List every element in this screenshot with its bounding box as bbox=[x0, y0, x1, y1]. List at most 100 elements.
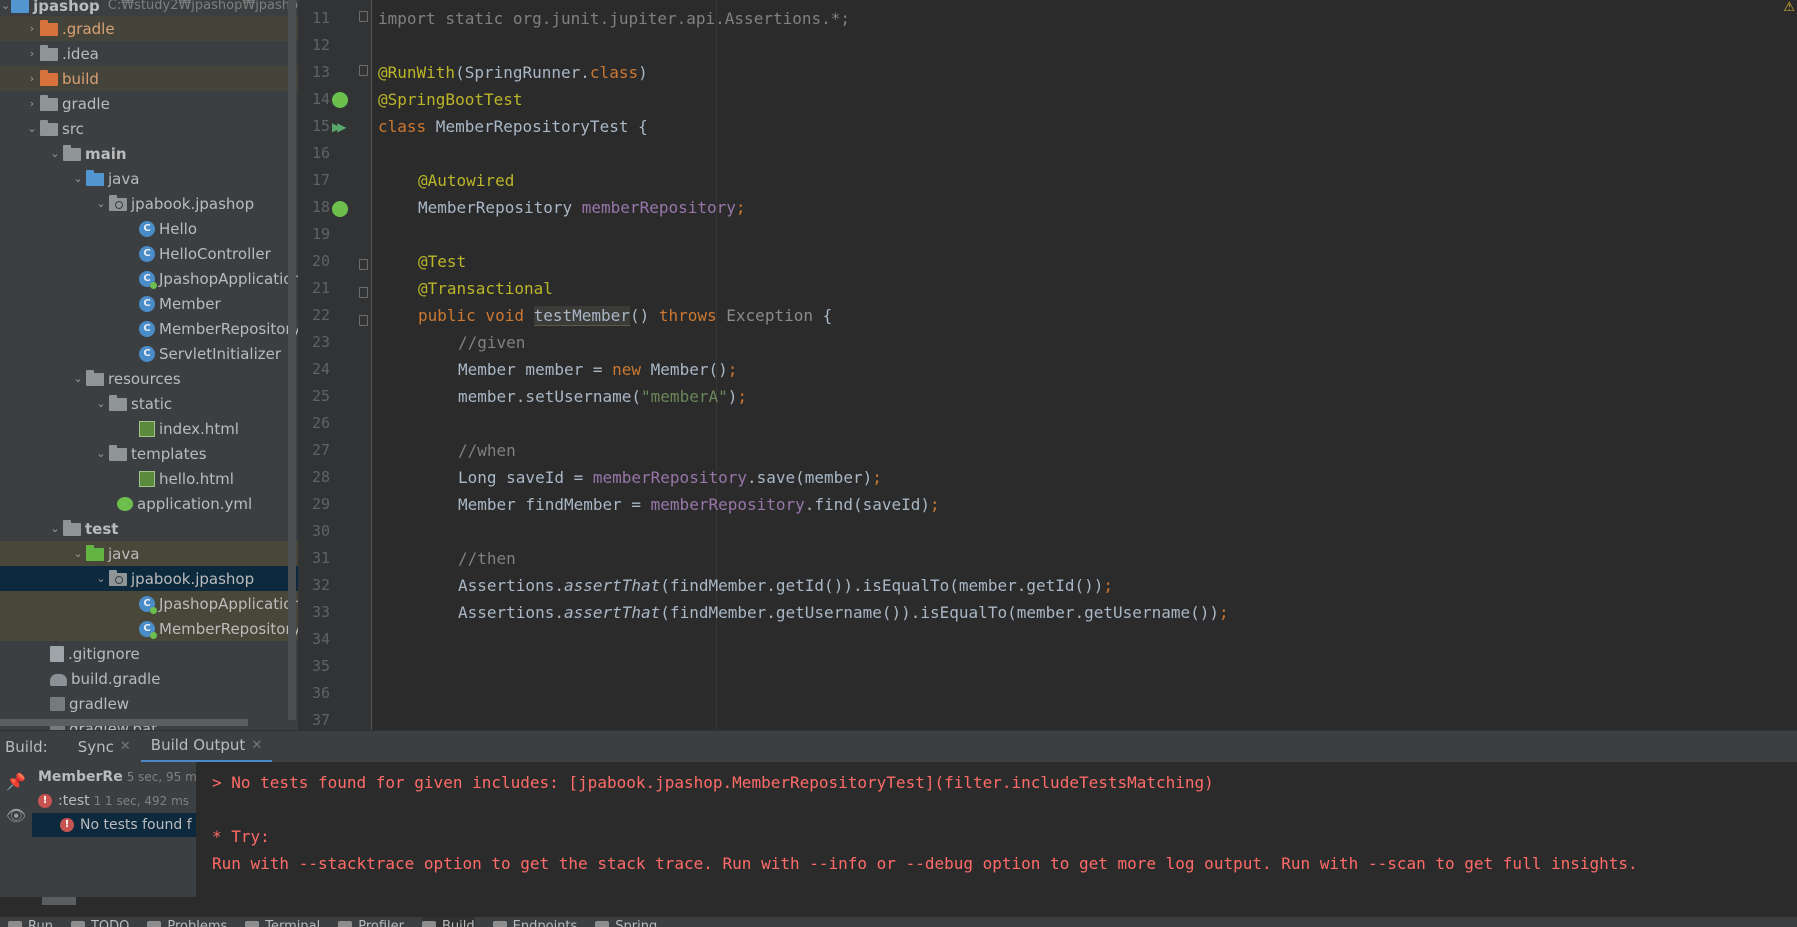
tab-sync[interactable]: Sync ✕ bbox=[68, 731, 141, 763]
build-tree-scrollbar[interactable] bbox=[42, 897, 76, 905]
tool-todo[interactable]: TODO bbox=[70, 917, 129, 927]
line-number: 26 bbox=[311, 414, 330, 432]
tab-build-output[interactable]: Build Output ✕ bbox=[140, 731, 273, 763]
warning-icon[interactable]: ⚠ bbox=[1783, 0, 1795, 15]
tree-item-member-repository-test[interactable]: C MemberRepositoryT bbox=[0, 616, 298, 641]
build-tree-item[interactable]: ! :test 1 1 sec, 492 ms bbox=[32, 789, 196, 813]
code-editor[interactable]: ⚠ ▶▶ 11 12 13 14 15 16 17 18 19 20 21 22 23 24 25 26 27 2… bbox=[298, 0, 1797, 730]
tool-run[interactable]: Run bbox=[8, 917, 53, 927]
tree-item-src[interactable]: ⌄ src bbox=[0, 116, 298, 141]
test-folder-icon bbox=[86, 545, 104, 561]
tree-item-build[interactable]: › build bbox=[0, 66, 298, 91]
tool-endpoints[interactable]: Endpoints bbox=[492, 917, 577, 927]
chevron-down-icon[interactable]: ⌄ bbox=[93, 572, 109, 585]
code-line-18: MemberRepository memberRepository; bbox=[418, 198, 746, 217]
eye-icon[interactable]: 👁 bbox=[6, 806, 26, 826]
tree-item-member[interactable]: C Member bbox=[0, 291, 298, 316]
tool-profiler[interactable]: Profiler bbox=[338, 917, 404, 927]
tool-spring[interactable]: Spring bbox=[595, 917, 657, 927]
chevron-down-icon[interactable]: ⌄ bbox=[70, 547, 86, 560]
folder-icon bbox=[40, 95, 58, 111]
folder-icon bbox=[63, 520, 81, 536]
tree-item-gradle-dir[interactable]: › .gradle bbox=[0, 16, 298, 41]
fold-marker[interactable] bbox=[359, 11, 368, 22]
tree-item-gitignore[interactable]: .gitignore bbox=[0, 641, 298, 666]
chevron-right-icon[interactable]: › bbox=[24, 72, 40, 85]
fold-marker[interactable] bbox=[359, 287, 368, 298]
class-icon: C bbox=[139, 245, 155, 262]
tree-item-main-java[interactable]: ⌄ java bbox=[0, 166, 298, 191]
tree-item-jpashop-application-tests[interactable]: C JpashopApplication bbox=[0, 591, 298, 616]
run-test-icon[interactable]: ▶▶ bbox=[332, 119, 348, 135]
tool-problems[interactable]: Problems bbox=[147, 917, 227, 927]
tree-item-servlet-initializer[interactable]: C ServletInitializer bbox=[0, 341, 298, 366]
chevron-down-icon[interactable]: ⌄ bbox=[93, 197, 109, 210]
tree-item-jpashop-application[interactable]: C JpashopApplication bbox=[0, 266, 298, 291]
chevron-right-icon[interactable]: › bbox=[24, 22, 40, 35]
pin-icon[interactable]: 📌 bbox=[6, 772, 26, 792]
class-icon: C bbox=[139, 295, 155, 312]
fold-marker[interactable] bbox=[359, 315, 368, 326]
folder-icon bbox=[109, 445, 127, 461]
tree-item-build-gradle[interactable]: build.gradle bbox=[0, 666, 298, 691]
line-number: 31 bbox=[311, 549, 330, 567]
code-line-32: Assertions.assertThat(findMember.getId()… bbox=[458, 576, 1114, 595]
chevron-down-icon[interactable]: ⌄ bbox=[0, 0, 11, 12]
output-line: > No tests found for given includes: [jp… bbox=[212, 773, 1214, 792]
folder-icon bbox=[109, 395, 127, 411]
tree-item-test-package[interactable]: ⌄ jpabook.jpashop bbox=[0, 566, 298, 591]
tree-item-hello-controller[interactable]: C HelloController bbox=[0, 241, 298, 266]
line-number: 21 bbox=[311, 279, 330, 297]
tree-item-gradle[interactable]: › gradle bbox=[0, 91, 298, 116]
ignore-file-icon bbox=[50, 645, 64, 662]
tree-item-index-html[interactable]: index.html bbox=[0, 416, 298, 441]
tree-item-templates[interactable]: ⌄ templates bbox=[0, 441, 298, 466]
folder-icon bbox=[63, 145, 81, 161]
code-line-27: //when bbox=[458, 441, 516, 460]
html-file-icon bbox=[139, 420, 155, 437]
chevron-down-icon[interactable]: ⌄ bbox=[93, 397, 109, 410]
tree-item-test[interactable]: ⌄ test bbox=[0, 516, 298, 541]
tree-item-resources[interactable]: ⌄ resources bbox=[0, 366, 298, 391]
chevron-down-icon[interactable]: ⌄ bbox=[47, 147, 63, 160]
chevron-down-icon[interactable]: ⌄ bbox=[24, 122, 40, 135]
spring-bean-icon[interactable] bbox=[332, 92, 348, 108]
build-output-console[interactable]: > No tests found for given includes: [jp… bbox=[196, 762, 1797, 897]
project-vertical-scrollbar[interactable] bbox=[288, 0, 296, 720]
close-icon[interactable]: ✕ bbox=[251, 738, 262, 753]
code-line-15: class MemberRepositoryTest { bbox=[378, 117, 648, 136]
chevron-down-icon[interactable]: ⌄ bbox=[47, 522, 63, 535]
tree-item-main[interactable]: ⌄ main bbox=[0, 141, 298, 166]
project-horizontal-scrollbar[interactable] bbox=[0, 719, 248, 726]
tree-item-main-package[interactable]: ⌄ jpabook.jpashop bbox=[0, 191, 298, 216]
tree-item-test-java[interactable]: ⌄ java bbox=[0, 541, 298, 566]
problems-icon bbox=[147, 921, 162, 927]
chevron-right-icon[interactable]: › bbox=[24, 97, 40, 110]
tree-item-member-repository[interactable]: C MemberRepository bbox=[0, 316, 298, 341]
fold-marker[interactable] bbox=[359, 259, 368, 270]
output-line: * Try: bbox=[212, 827, 270, 846]
line-number: 30 bbox=[311, 522, 330, 540]
tree-item-hello-html[interactable]: hello.html bbox=[0, 466, 298, 491]
fold-marker[interactable] bbox=[359, 65, 368, 76]
tree-item-idea[interactable]: › .idea bbox=[0, 41, 298, 66]
build-tree-item-selected[interactable]: ! No tests found f bbox=[32, 813, 196, 837]
tool-build[interactable]: Build bbox=[422, 917, 475, 927]
chevron-down-icon[interactable]: ⌄ bbox=[70, 172, 86, 185]
build-tree-item[interactable]: MemberRe 5 sec, 95 ms bbox=[32, 765, 196, 789]
chevron-right-icon[interactable]: › bbox=[24, 47, 40, 60]
build-window-label: Build: bbox=[5, 737, 48, 756]
tree-item-static[interactable]: ⌄ static bbox=[0, 391, 298, 416]
close-icon[interactable]: ✕ bbox=[120, 739, 131, 754]
chevron-down-icon[interactable]: ⌄ bbox=[70, 372, 86, 385]
project-tool-window: ⌄ jpashop C:₩study2₩jpashop₩jpasho › .gr… bbox=[0, 0, 298, 730]
line-number: 14 bbox=[311, 90, 330, 108]
chevron-down-icon[interactable]: ⌄ bbox=[93, 447, 109, 460]
tree-item-hello[interactable]: C Hello bbox=[0, 216, 298, 241]
tree-item-gradlew[interactable]: gradlew bbox=[0, 691, 298, 716]
autowired-bean-icon[interactable] bbox=[332, 201, 348, 217]
tree-item-application-yml[interactable]: application.yml bbox=[0, 491, 298, 516]
tool-terminal[interactable]: Terminal bbox=[245, 917, 320, 927]
class-icon: C bbox=[139, 345, 155, 362]
